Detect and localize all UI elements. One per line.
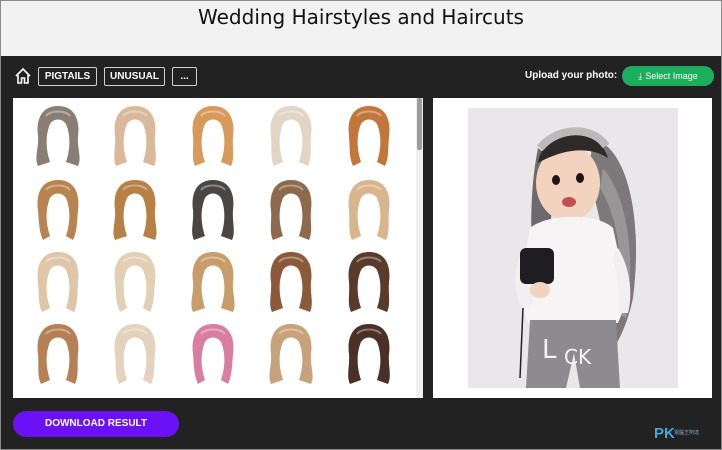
hairstyle-thumbnail[interactable]: [183, 320, 243, 388]
hairstyle-thumbnail[interactable]: [105, 102, 165, 170]
download-icon: ⤓: [638, 71, 643, 81]
child-portrait-image: L CK: [468, 108, 678, 388]
hairstyle-thumbnail[interactable]: [28, 248, 88, 316]
hairstyle-thumbnail[interactable]: [183, 176, 243, 244]
hairstyle-gallery: [13, 98, 423, 398]
download-result-button[interactable]: DOWNLOAD RESULT: [13, 411, 179, 437]
hairstyle-thumbnail[interactable]: [28, 176, 88, 244]
hairstyle-thumbnail[interactable]: [105, 248, 165, 316]
home-icon[interactable]: [13, 66, 33, 86]
hairstyle-thumbnail[interactable]: [339, 102, 399, 170]
select-image-label: Select Image: [645, 71, 698, 81]
watermark-subtext: 電腦王阿達: [674, 430, 700, 436]
hairstyle-thumbnail[interactable]: [261, 102, 321, 170]
hairstyle-thumbnail[interactable]: [105, 320, 165, 388]
hairstyle-thumbnail[interactable]: [261, 320, 321, 388]
hairstyle-thumbnail[interactable]: [28, 102, 88, 170]
hairstyle-thumbnail[interactable]: [339, 320, 399, 388]
gallery-scrollbar[interactable]: [416, 98, 423, 398]
tag-unusual-button[interactable]: UNUSUAL: [104, 67, 165, 86]
hairstyle-thumbnail[interactable]: [28, 320, 88, 388]
toolbar: PIGTAILS UNUSUAL ... Upload your photo: …: [1, 57, 721, 97]
hairstyle-thumbnail[interactable]: [339, 248, 399, 316]
hairstyle-thumbnail[interactable]: [339, 176, 399, 244]
select-image-button[interactable]: ⤓ Select Image: [622, 66, 714, 86]
hairstyle-thumbnail[interactable]: [183, 102, 243, 170]
scrollbar-thumb[interactable]: [417, 98, 422, 150]
hairstyle-thumbnail[interactable]: [261, 248, 321, 316]
hairstyle-thumbnail[interactable]: [105, 176, 165, 244]
preview-panel: L CK: [433, 98, 712, 398]
preview-photo: L CK: [468, 108, 678, 388]
upload-label: Upload your photo:: [525, 70, 618, 81]
watermark-logo: PK: [654, 425, 675, 442]
hairstyle-thumbnail[interactable]: [183, 248, 243, 316]
page-title: Wedding Hairstyles and Haircuts: [198, 5, 524, 29]
title-bar: Wedding Hairstyles and Haircuts: [1, 1, 721, 56]
hairstyle-thumbnail[interactable]: [261, 176, 321, 244]
svg-text:CK: CK: [564, 345, 592, 369]
more-tags-button[interactable]: ...: [172, 67, 197, 86]
tag-pigtails-button[interactable]: PIGTAILS: [38, 67, 97, 86]
svg-text:L: L: [542, 335, 557, 365]
